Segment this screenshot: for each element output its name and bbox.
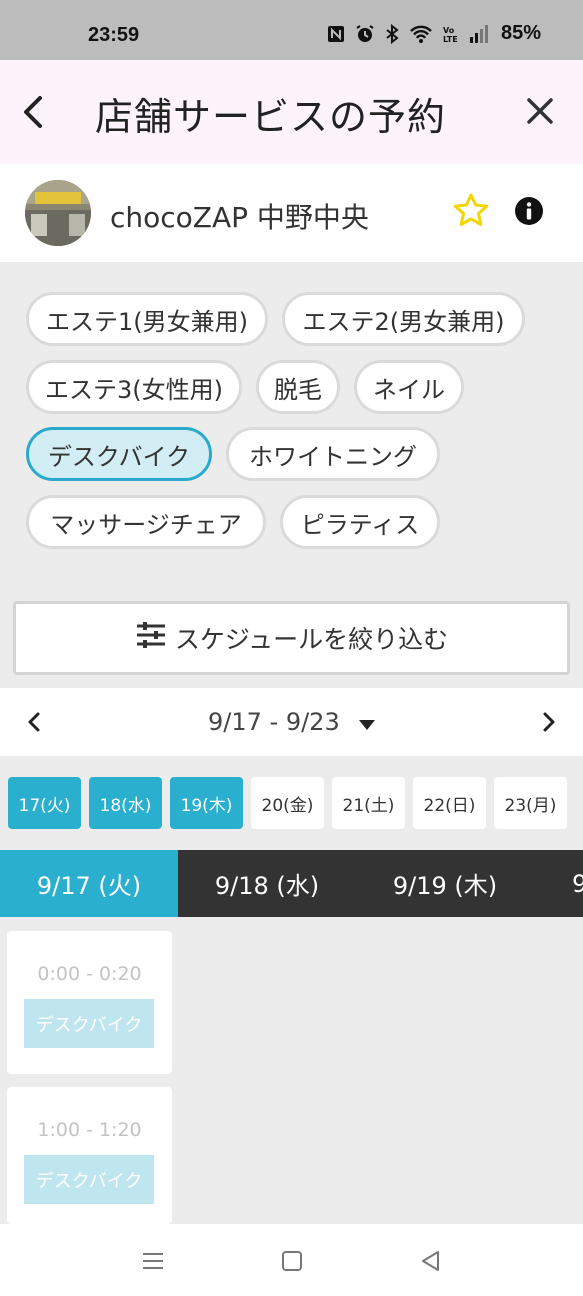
store-name: chocoZAP 中野中央 xyxy=(110,201,369,234)
service-chip-group: エステ1(男女兼用) エステ2(男女兼用) エステ3(女性用) 脱毛 ネイル デ… xyxy=(0,262,583,592)
day-22[interactable]: 22(日) xyxy=(413,777,486,829)
tab-9-18[interactable]: 9/18 (水) xyxy=(178,850,356,917)
chip-esthe2[interactable]: エステ2(男女兼用) xyxy=(282,292,525,346)
status-time: 23:59 xyxy=(88,24,140,46)
signal-icon xyxy=(469,24,491,43)
week-navigator: 9/17 - 9/23 xyxy=(0,688,583,756)
info-icon[interactable] xyxy=(514,196,544,226)
status-icons: Vo LTE 85% xyxy=(327,22,541,45)
store-header: chocoZAP 中野中央 xyxy=(0,164,583,262)
system-nav-bar xyxy=(0,1224,583,1296)
day-23[interactable]: 23(月) xyxy=(494,777,567,829)
time-slot-card[interactable]: 0:00 - 0:20 デスクバイク xyxy=(7,931,172,1074)
chevron-right-icon[interactable] xyxy=(537,710,561,734)
chevron-left-icon[interactable] xyxy=(22,710,46,734)
battery-level: 85% xyxy=(500,22,541,44)
chevron-left-icon[interactable] xyxy=(14,90,54,134)
tab-9-20[interactable]: 9 xyxy=(534,850,583,917)
svg-text:Vo: Vo xyxy=(443,26,455,35)
volte-icon: Vo LTE xyxy=(443,24,459,44)
nfc-icon xyxy=(327,25,345,43)
chip-desk-bike[interactable]: デスクバイク xyxy=(26,427,212,481)
back-triangle-icon[interactable] xyxy=(418,1248,444,1274)
slot-time: 0:00 - 0:20 xyxy=(37,963,142,985)
day-18[interactable]: 18(水) xyxy=(89,777,162,829)
star-outline-icon[interactable] xyxy=(452,192,490,230)
day-19[interactable]: 19(木) xyxy=(170,777,243,829)
close-icon[interactable] xyxy=(523,94,557,128)
sliders-icon xyxy=(135,621,167,655)
chip-massage-chair[interactable]: マッサージチェア xyxy=(26,495,266,549)
bluetooth-icon xyxy=(385,23,399,44)
day-20[interactable]: 20(金) xyxy=(251,777,324,829)
schedule-filter-button[interactable]: スケジュールを絞り込む xyxy=(13,601,570,675)
chip-pilates[interactable]: ピラティス xyxy=(280,495,440,549)
store-avatar xyxy=(25,180,91,246)
day-selector: 17(火) 18(水) 19(木) 20(金) 21(土) 22(日) 23(月… xyxy=(0,756,583,850)
home-square-icon[interactable] xyxy=(279,1248,305,1274)
header: 店舗サービスの予約 xyxy=(0,60,583,164)
menu-icon[interactable] xyxy=(140,1248,166,1274)
chip-esthe3[interactable]: エステ3(女性用) xyxy=(26,360,242,414)
svg-text:LTE: LTE xyxy=(443,35,458,44)
caret-down-icon[interactable] xyxy=(358,716,376,730)
wifi-icon xyxy=(409,24,433,44)
tab-9-17[interactable]: 9/17 (火) xyxy=(0,850,178,917)
chip-nail[interactable]: ネイル xyxy=(354,360,464,414)
chip-whitening[interactable]: ホワイトニング xyxy=(226,427,440,481)
slot-service-tag: デスクバイク xyxy=(24,1155,154,1204)
date-tabs: 9/17 (火) 9/18 (水) 9/19 (木) 9 xyxy=(0,850,583,917)
chip-hair-removal[interactable]: 脱毛 xyxy=(256,360,340,414)
chip-esthe1[interactable]: エステ1(男女兼用) xyxy=(26,292,268,346)
day-21[interactable]: 21(土) xyxy=(332,777,405,829)
slot-time: 1:00 - 1:20 xyxy=(37,1119,142,1141)
tab-9-19[interactable]: 9/19 (木) xyxy=(356,850,534,917)
status-bar: 23:59 Vo LTE 85% xyxy=(0,0,583,60)
day-17[interactable]: 17(火) xyxy=(8,777,81,829)
alarm-icon xyxy=(355,24,375,44)
page-title: 店舗サービスの予約 xyxy=(95,95,447,139)
schedule-filter-label: スケジュールを絞り込む xyxy=(174,625,449,654)
time-slot-card[interactable]: 1:00 - 1:20 デスクバイク xyxy=(7,1087,172,1224)
slot-service-tag: デスクバイク xyxy=(24,999,154,1048)
week-range[interactable]: 9/17 - 9/23 xyxy=(208,708,340,736)
